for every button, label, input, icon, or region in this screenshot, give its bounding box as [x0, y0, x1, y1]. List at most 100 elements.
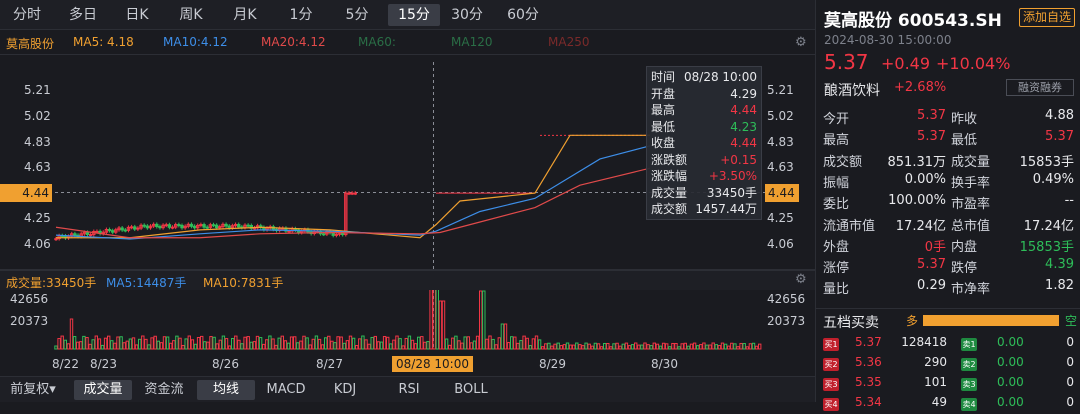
volume-bar: [423, 341, 427, 350]
candle-body: [136, 227, 140, 230]
tab-macd[interactable]: MACD: [258, 380, 314, 400]
volume-bar: [581, 345, 585, 350]
tooltip-row: 开盘 4.29: [651, 86, 757, 101]
tab-period-2[interactable]: 日K: [116, 4, 158, 26]
volume-bar: [739, 342, 743, 350]
candle-body: [170, 226, 175, 229]
volume-bar: [525, 337, 529, 350]
volume-bar: [723, 343, 728, 350]
add-watchlist-button[interactable]: 添加自选: [1019, 8, 1075, 27]
tooltip-row: 成交量 33450手: [651, 185, 757, 200]
volume-bar: [224, 338, 229, 350]
vol-y-label-0: 42656: [10, 292, 49, 306]
volume-bar: [103, 337, 108, 350]
candle-body: [155, 223, 159, 228]
y-highlight-right: 4.44: [765, 184, 799, 202]
volume-bar: [547, 342, 551, 350]
volume-bar: [258, 337, 263, 350]
gear-icon[interactable]: ⚙: [795, 35, 807, 50]
volume-bar: [454, 335, 458, 350]
volume-bar: [280, 335, 285, 350]
tab-period-6[interactable]: 5分: [336, 4, 378, 26]
y-right-label-0: 5.21: [767, 83, 794, 97]
candle-body: [205, 226, 209, 229]
volume-bar: [82, 335, 86, 350]
tab-period-1[interactable]: 多日: [62, 4, 104, 26]
sector-name[interactable]: 酿酒饮料: [824, 80, 880, 100]
volume-bar: [79, 341, 83, 350]
margin-trading-badge[interactable]: 融资融券: [1006, 79, 1074, 96]
volume-bar: [460, 342, 464, 350]
candle-body: [237, 223, 241, 228]
stat-value: 15853手: [1019, 154, 1074, 170]
ma120-label: MA120: [451, 35, 493, 49]
volume-bar: [286, 342, 291, 350]
volume-bar: [482, 290, 486, 350]
tab-kdj[interactable]: KDJ: [322, 380, 368, 400]
volume-bar: [364, 339, 368, 350]
tab-capital-flow[interactable]: 资金流: [136, 380, 192, 400]
volume-bar: [677, 346, 681, 350]
ma10-label: MA10:4.12: [163, 35, 228, 49]
bid-price: 5.37: [855, 335, 882, 349]
volume-bar: [311, 338, 316, 350]
tooltip-row: 成交额 1457.44万: [651, 202, 757, 216]
volume-bar: [125, 340, 129, 350]
volume-bar: [584, 342, 588, 350]
bid-tag: 买3: [823, 378, 839, 391]
tab-period-5[interactable]: 1分: [280, 4, 322, 26]
volume-bar: [624, 342, 629, 350]
tab-period-9[interactable]: 60分: [502, 4, 544, 26]
volume-bar: [417, 336, 421, 350]
tab-ma[interactable]: 均线: [197, 380, 255, 400]
ask-price: 0.00: [997, 355, 1024, 369]
volume-bar: [361, 335, 365, 350]
tab-boll[interactable]: BOLL: [446, 380, 496, 400]
volume-bar: [522, 335, 526, 350]
volume-bar: [184, 338, 188, 350]
volume-gear-icon[interactable]: ⚙: [795, 272, 807, 287]
volume-bar: [711, 342, 715, 350]
tab-period-3[interactable]: 周K: [170, 4, 212, 26]
volume-bar: [640, 344, 644, 350]
volume-bar: [63, 339, 67, 350]
volume-bar: [696, 345, 700, 350]
stat-value: 5.37: [917, 257, 946, 273]
volume-bar: [358, 338, 362, 350]
stat-value: 851.31万: [887, 154, 947, 170]
volume-bar: [107, 335, 111, 350]
tooltip-row: 涨跌幅 +3.50%: [651, 169, 757, 183]
candle-body: [246, 224, 250, 227]
volume-bar: [289, 336, 294, 350]
volume-label: 成交量:33450手: [6, 276, 97, 290]
volume-bar: [559, 345, 563, 350]
stat-row: 涨停 5.37 跌停 4.39: [815, 257, 1080, 278]
tab-period-8[interactable]: 30分: [446, 4, 488, 26]
tab-rsi[interactable]: RSI: [388, 380, 430, 400]
volume-bar: [398, 338, 402, 350]
volume-bar: [175, 335, 179, 350]
stat-value: 0.49%: [1032, 171, 1074, 187]
stat-row: 量比 0.29 市净率 1.82: [815, 278, 1080, 299]
bid-volume: 49: [931, 395, 947, 409]
adjust-dropdown[interactable]: 前复权▾: [2, 380, 64, 400]
tab-period-7[interactable]: 15分: [388, 4, 440, 26]
volume-bar: [389, 343, 393, 350]
stat-value: 15853手: [1019, 239, 1074, 255]
tab-period-0[interactable]: 分时: [6, 4, 48, 26]
x-label-2: 8/26: [212, 357, 239, 371]
tab-period-4[interactable]: 月K: [224, 4, 266, 26]
volume-bar: [537, 339, 542, 350]
volume-bar: [76, 341, 80, 350]
ask-side-label: 空: [1065, 314, 1078, 328]
volume-bar: [742, 343, 746, 350]
stat-row: 流通市值 17.24亿 总市值 17.24亿: [815, 215, 1080, 236]
volume-bar: [652, 342, 656, 350]
volume-bar: [609, 346, 613, 350]
volume-bar: [395, 335, 399, 350]
stat-label: 市净率: [951, 282, 991, 298]
tab-volume[interactable]: 成交量: [74, 380, 132, 400]
candle-body: [133, 226, 137, 230]
volume-bar: [200, 335, 204, 350]
stat-row: 委比 100.00% 市盈率 --: [815, 193, 1080, 214]
